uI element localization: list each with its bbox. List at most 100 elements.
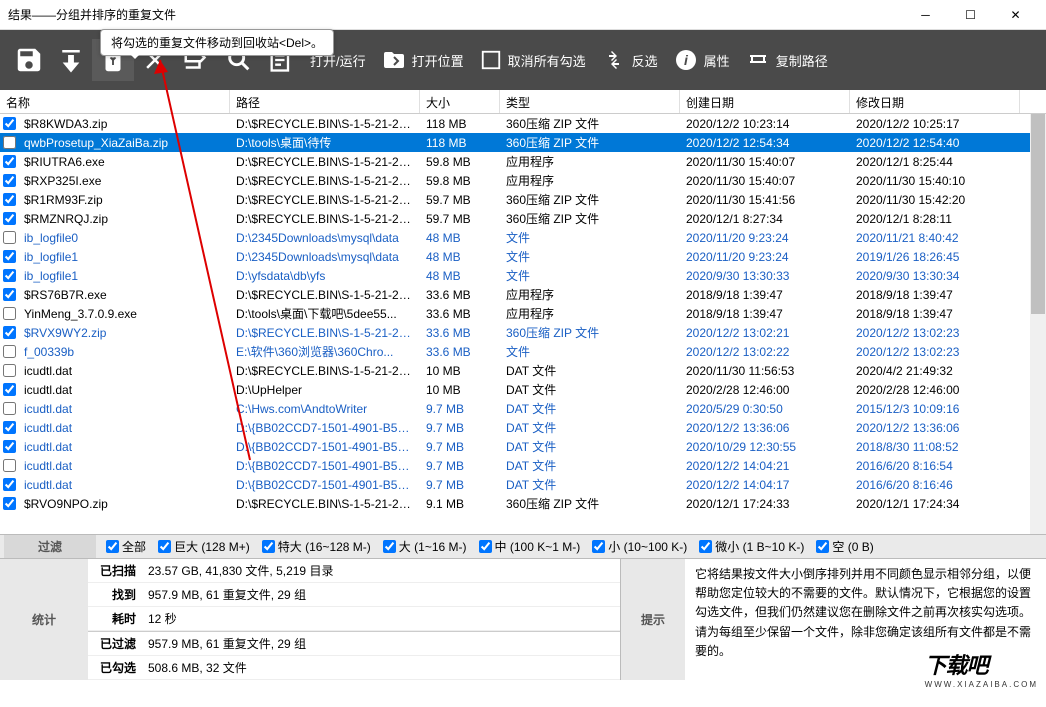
row-checkbox[interactable] — [0, 497, 18, 510]
row-checkbox[interactable] — [0, 478, 18, 491]
row-checkbox[interactable] — [0, 326, 18, 339]
table-row[interactable]: $RS76B7R.exeD:\$RECYCLE.BIN\S-1-5-21-21.… — [0, 285, 1046, 304]
cell-path: D:\2345Downloads\mysql\data — [230, 231, 420, 245]
stats-checked-key: 已勾选 — [88, 659, 148, 676]
table-row[interactable]: $RVX9WY2.zipD:\$RECYCLE.BIN\S-1-5-21-21.… — [0, 323, 1046, 342]
cell-size: 9.7 MB — [420, 459, 500, 473]
maximize-button[interactable]: ☐ — [948, 0, 993, 30]
close-button[interactable]: ✕ — [993, 0, 1038, 30]
cell-modified: 2020/9/30 13:30:34 — [850, 269, 1020, 283]
cell-type: DAT 文件 — [500, 476, 680, 493]
row-checkbox[interactable] — [0, 250, 18, 263]
table-row[interactable]: icudtl.datD:\{BB02CCD7-1501-4901-B5E...9… — [0, 437, 1046, 456]
stats-time-val: 12 秒 — [148, 610, 177, 627]
row-checkbox[interactable] — [0, 288, 18, 301]
header-type[interactable]: 类型 — [500, 90, 680, 113]
header-path[interactable]: 路径 — [230, 90, 420, 113]
cell-name: $RXP325I.exe — [18, 174, 230, 188]
row-checkbox[interactable] — [0, 117, 18, 130]
filter-xl[interactable]: 特大 (16~128 M-) — [262, 538, 371, 555]
cell-modified: 2020/12/2 13:02:23 — [850, 326, 1020, 340]
table-row[interactable]: ib_logfile1D:\yfsdata\db\yfs48 MB文件2020/… — [0, 266, 1046, 285]
table-row[interactable]: icudtl.datD:\$RECYCLE.BIN\S-1-5-21-21...… — [0, 361, 1046, 380]
cell-name: $RVX9WY2.zip — [18, 326, 230, 340]
watermark: 下载吧 WWW.XIAZAIBA.COM — [925, 648, 1038, 689]
cell-size: 48 MB — [420, 250, 500, 264]
row-checkbox[interactable] — [0, 345, 18, 358]
table-row[interactable]: f_00339bE:\软件\360浏览器\360Chro...33.6 MB文件… — [0, 342, 1046, 361]
table-row[interactable]: $RVO9NPO.zipD:\$RECYCLE.BIN\S-1-5-21-21.… — [0, 494, 1046, 513]
row-checkbox[interactable] — [0, 383, 18, 396]
save-icon[interactable] — [8, 39, 50, 81]
cell-path: D:\$RECYCLE.BIN\S-1-5-21-21... — [230, 193, 420, 207]
table-row[interactable]: $RXP325I.exeD:\$RECYCLE.BIN\S-1-5-21-21.… — [0, 171, 1046, 190]
column-headers: 名称 路径 大小 类型 创建日期 修改日期 — [0, 90, 1046, 114]
cell-path: E:\软件\360浏览器\360Chro... — [230, 343, 420, 360]
cell-size: 59.8 MB — [420, 174, 500, 188]
cell-path: D:\2345Downloads\mysql\data — [230, 250, 420, 264]
table-row[interactable]: $R1RM93F.zipD:\$RECYCLE.BIN\S-1-5-21-21.… — [0, 190, 1046, 209]
table-row[interactable]: icudtl.datD:\{BB02CCD7-1501-4901-B5E...9… — [0, 418, 1046, 437]
table-row[interactable]: icudtl.datC:\Hws.com\AndtoWriter9.7 MBDA… — [0, 399, 1046, 418]
row-checkbox[interactable] — [0, 136, 18, 149]
row-checkbox[interactable] — [0, 421, 18, 434]
cell-size: 33.6 MB — [420, 326, 500, 340]
vertical-scrollbar[interactable] — [1030, 114, 1046, 534]
header-created[interactable]: 创建日期 — [680, 90, 850, 113]
row-checkbox[interactable] — [0, 231, 18, 244]
cell-created: 2020/12/2 14:04:21 — [680, 459, 850, 473]
table-row[interactable]: YinMeng_3.7.0.9.exeD:\tools\桌面\下载吧\5dee5… — [0, 304, 1046, 323]
filter-bar: 过滤 全部 巨大 (128 M+) 特大 (16~128 M-) 大 (1~16… — [0, 534, 1046, 558]
table-row[interactable]: $RIUTRA6.exeD:\$RECYCLE.BIN\S-1-5-21-21.… — [0, 152, 1046, 171]
table-row[interactable]: icudtl.datD:\UpHelper10 MBDAT 文件2020/2/2… — [0, 380, 1046, 399]
deselect-all-button[interactable]: 取消所有勾选 — [472, 45, 594, 75]
cell-modified: 2020/12/2 10:25:17 — [850, 117, 1020, 131]
row-checkbox[interactable] — [0, 155, 18, 168]
cell-path: D:\$RECYCLE.BIN\S-1-5-21-21... — [230, 212, 420, 226]
cell-path: D:\yfsdata\db\yfs — [230, 269, 420, 283]
header-name[interactable]: 名称 — [0, 90, 230, 113]
table-row[interactable]: $RMZNRQJ.zipD:\$RECYCLE.BIN\S-1-5-21-21.… — [0, 209, 1046, 228]
row-checkbox[interactable] — [0, 212, 18, 225]
row-checkbox[interactable] — [0, 364, 18, 377]
tooltip: 将勾选的重复文件移动到回收站<Del>。 — [100, 29, 334, 56]
cell-type: DAT 文件 — [500, 419, 680, 436]
download-icon[interactable] — [50, 39, 92, 81]
minimize-button[interactable]: ─ — [903, 0, 948, 30]
header-modified[interactable]: 修改日期 — [850, 90, 1020, 113]
row-checkbox[interactable] — [0, 402, 18, 415]
filter-empty[interactable]: 空 (0 B) — [816, 538, 873, 555]
copy-path-button[interactable]: 复制路径 — [738, 44, 836, 76]
row-checkbox[interactable] — [0, 269, 18, 282]
filter-huge[interactable]: 巨大 (128 M+) — [158, 538, 250, 555]
table-row[interactable]: icudtl.datD:\{BB02CCD7-1501-4901-B5E...9… — [0, 475, 1046, 494]
filter-med[interactable]: 中 (100 K~1 M-) — [479, 538, 581, 555]
table-row[interactable]: $R8KWDA3.zipD:\$RECYCLE.BIN\S-1-5-21-21.… — [0, 114, 1046, 133]
filter-tiny[interactable]: 微小 (1 B~10 K-) — [699, 538, 804, 555]
table-row[interactable]: qwbProsetup_XiaZaiBa.zipD:\tools\桌面\待传11… — [0, 133, 1046, 152]
cell-modified: 2020/4/2 21:49:32 — [850, 364, 1020, 378]
row-checkbox[interactable] — [0, 459, 18, 472]
row-checkbox[interactable] — [0, 193, 18, 206]
properties-button[interactable]: i属性 — [666, 44, 738, 76]
cell-created: 2020/12/2 12:54:34 — [680, 136, 850, 150]
cell-type: DAT 文件 — [500, 381, 680, 398]
cell-size: 33.6 MB — [420, 307, 500, 321]
filter-all[interactable]: 全部 — [106, 538, 146, 555]
header-size[interactable]: 大小 — [420, 90, 500, 113]
cell-type: 360压缩 ZIP 文件 — [500, 495, 680, 512]
row-checkbox[interactable] — [0, 174, 18, 187]
cell-type: DAT 文件 — [500, 400, 680, 417]
table-row[interactable]: ib_logfile0D:\2345Downloads\mysql\data48… — [0, 228, 1046, 247]
filter-large[interactable]: 大 (1~16 M-) — [383, 538, 467, 555]
filter-small[interactable]: 小 (10~100 K-) — [592, 538, 687, 555]
table-row[interactable]: ib_logfile1D:\2345Downloads\mysql\data48… — [0, 247, 1046, 266]
row-checkbox[interactable] — [0, 440, 18, 453]
invert-button[interactable]: 反选 — [594, 44, 666, 76]
table-row[interactable]: icudtl.datD:\{BB02CCD7-1501-4901-B5E...9… — [0, 456, 1046, 475]
cell-name: icudtl.dat — [18, 383, 230, 397]
cell-size: 10 MB — [420, 364, 500, 378]
row-checkbox[interactable] — [0, 307, 18, 320]
cell-size: 9.7 MB — [420, 440, 500, 454]
open-location-button[interactable]: 打开位置 — [374, 44, 472, 76]
